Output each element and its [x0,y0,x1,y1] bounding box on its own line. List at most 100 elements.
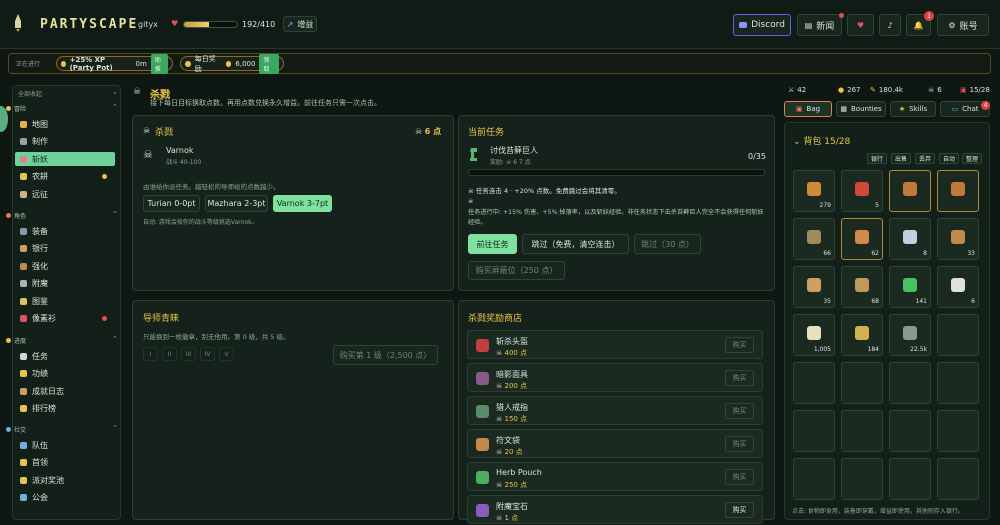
bag-action-button[interactable]: 丢弃 [915,153,935,164]
sidebar-item-2-3[interactable]: 排行榜 [15,402,115,416]
chevron-up-icon[interactable]: ⌃ [112,424,118,432]
shop-item-price-value: 20 点 [504,448,523,456]
bag-slot[interactable] [889,170,931,212]
coin-icon [225,60,232,67]
sidebar-item-1-0[interactable]: 装备 [15,224,115,238]
sidebar-item-0-2[interactable]: 斩妖 [15,152,115,166]
tab-skills[interactable]: ★ Skills [890,101,936,117]
bag-slot[interactable] [889,362,931,404]
news-button[interactable]: ▤ 新闻 [797,14,842,36]
bag-slot[interactable] [793,410,835,452]
bag-slot[interactable] [793,458,835,500]
boost-button[interactable]: ↗ 增益 [283,16,317,32]
buy-block-button[interactable]: 购买屏蔽位（250 点） [468,261,565,280]
bag-action-button[interactable]: 出售 [891,153,911,164]
sidebar-item-3-2[interactable]: 派对奖池 [15,473,115,487]
account-button[interactable]: ⚙ 账号 [937,14,989,36]
sidebar-item-0-4[interactable]: 远征 [15,187,115,201]
skip-paid-button[interactable]: 跳过（30 点） [634,234,701,254]
sidebar-item-2-1[interactable]: 功绩 [15,367,115,381]
skip-free-button[interactable]: 跳过（免费，清空连击） [522,234,629,254]
xp-buff-button[interactable]: 助推 [150,53,168,74]
shop-buy-button[interactable]: 购买 [725,337,754,353]
bag-slot[interactable]: 33 [937,218,979,260]
sidebar-item-3-3[interactable]: 公会 [15,491,115,505]
chevron-down-icon[interactable]: ⌄ [112,88,118,96]
bag-slot[interactable]: 184 [841,314,883,356]
news-dot [839,13,844,18]
bag-slot[interactable] [841,362,883,404]
shop-buy-button[interactable]: 购买 [725,370,754,386]
bag-slot[interactable]: 35 [793,266,835,308]
bag-slot[interactable] [937,170,979,212]
bag-slot[interactable]: 6 [937,266,979,308]
bag-slot[interactable]: 141 [889,266,931,308]
chevron-up-icon[interactable]: ⌃ [112,335,118,343]
sidebar-item-1-2[interactable]: 强化 [15,259,115,273]
shop-buy-button[interactable]: 购买 [725,502,754,518]
sidebar-section-3[interactable]: 社交 [6,425,26,434]
bag-slot[interactable]: 5 [841,170,883,212]
sidebar-item-3-1[interactable]: 首领 [15,456,115,470]
daily-label: 每日奖励 [194,54,216,73]
bag-slot[interactable]: 68 [841,266,883,308]
sidebar-section-2[interactable]: 进度 [6,336,26,345]
sidebar-section-1[interactable]: 角色 [6,211,26,220]
shop-buy-button[interactable]: 购买 [725,469,754,485]
sidebar-item-1-4[interactable]: 图鉴 [15,294,115,308]
tab-bounties[interactable]: ▦ Bounties [836,101,886,117]
daily-claim-button[interactable]: 领取 [259,53,280,74]
sidebar-item-0-0[interactable]: 地图 [15,117,115,131]
shop-item: 斩杀头盔 ☠ 400 点 购买 [467,330,763,359]
favorite-button[interactable]: ♥ [847,14,874,36]
bag-action-button[interactable]: 自动 [939,153,959,164]
bag-slot[interactable] [793,362,835,404]
master-option-turian[interactable]: Turian 0-0pt [143,195,200,212]
sidebar-item-1-3[interactable]: 附魔 [15,277,115,291]
bag-slot[interactable]: 279 [793,170,835,212]
bag-slot[interactable] [841,458,883,500]
shop-item-name: 斩杀头盔 [496,337,528,346]
chevron-down-icon[interactable]: ⌄ [793,137,803,147]
sidebar-item-0-1[interactable]: 制作 [15,135,115,149]
go-task-button[interactable]: 前往任务 [468,234,517,254]
sidebar-item-2-0[interactable]: 任务 [15,349,115,363]
collapse-all[interactable]: 全部收起 [18,89,42,98]
sidebar-item-1-5[interactable]: 像素衫 [15,312,115,326]
bag-slot[interactable]: 8 [889,218,931,260]
shop-item-price: ☠ 400 点 [496,348,527,358]
shop-buy-button[interactable]: 购买 [725,436,754,452]
bag-slot[interactable] [841,410,883,452]
tab-skills-label: Skills [909,105,928,113]
sidebar-item-1-1[interactable]: 银行 [15,242,115,256]
tab-bag[interactable]: ▣ Bag [784,101,832,117]
sidebar-section-0[interactable]: 冒险 [6,104,26,113]
bag-action-button[interactable]: 整理 [962,153,982,164]
sidebar-item-3-0[interactable]: 队伍 [15,438,115,452]
sidebar-item-label: 首领 [32,458,48,467]
bag-slot[interactable]: 1,005 [793,314,835,356]
master-option-mazhara[interactable]: Mazhara 2-3pt [205,195,268,212]
mentor-buy-button[interactable]: 购买第 1 级（2,500 点） [333,345,438,365]
bag-action-button[interactable]: 银行 [867,153,887,164]
news-icon: ▤ [804,20,813,30]
sidebar-item-2-2[interactable]: 成就日志 [15,384,115,398]
music-button[interactable]: ♪ [879,14,901,36]
bag-slot[interactable]: 22.5k [889,314,931,356]
chevron-up-icon[interactable]: ⌃ [112,103,118,111]
bag-slot[interactable] [889,410,931,452]
sidebar-item-0-3[interactable]: 农耕 [15,170,115,184]
sidebar-item-label: 任务 [32,351,48,361]
bag-slot[interactable] [937,410,979,452]
master-option-varnok[interactable]: Varnok 3-7pt [273,195,332,212]
app-logo[interactable]: PARTYSCAPE [40,17,138,32]
chevron-up-icon[interactable]: ⌃ [112,210,118,218]
bag-slot[interactable] [889,458,931,500]
shop-buy-button[interactable]: 购买 [725,403,754,419]
bag-slot[interactable] [937,314,979,356]
bag-slot[interactable] [937,362,979,404]
bag-slot[interactable]: 62 [841,218,883,260]
bag-slot[interactable]: 66 [793,218,835,260]
bag-slot[interactable] [937,458,979,500]
discord-button[interactable]: Discord [733,14,791,36]
